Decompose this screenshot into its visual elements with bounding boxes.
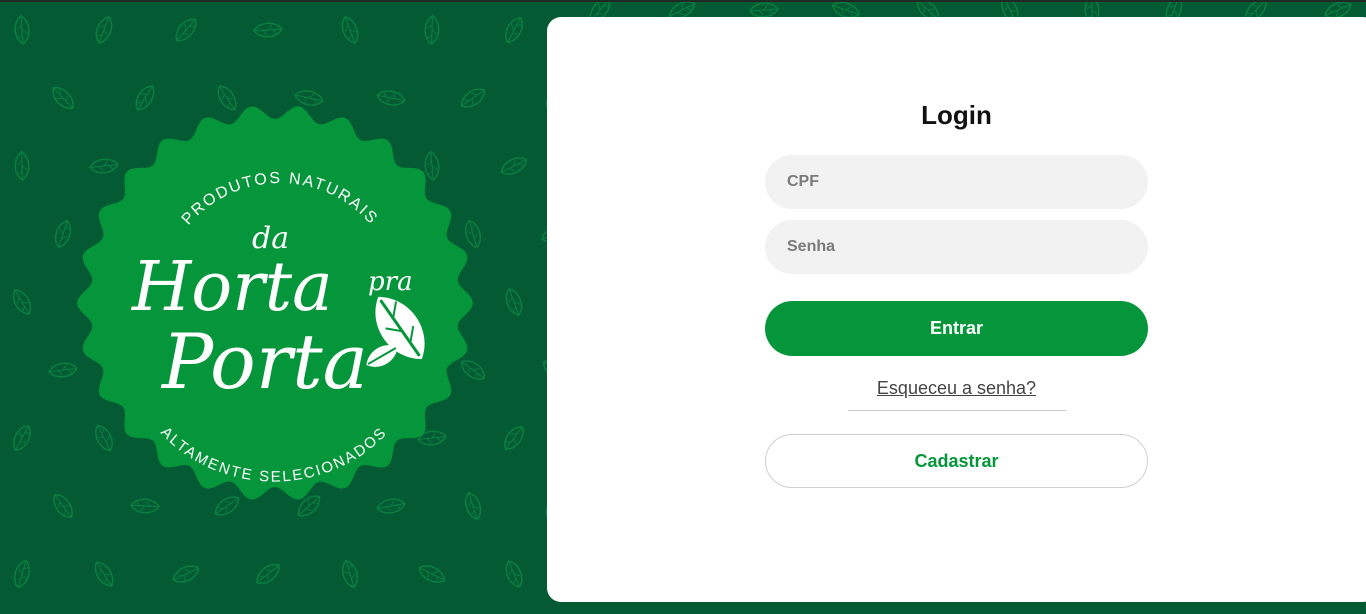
da-horta-pra-porta-logo: PRODUTOS NATURAIS ALTAMENTE SELECIONADOS…: [77, 106, 473, 500]
login-page: PRODUTOS NATURAIS ALTAMENTE SELECIONADOS…: [0, 0, 1366, 614]
register-button[interactable]: Cadastrar: [765, 434, 1148, 488]
logo-word-horta: Horta: [130, 248, 333, 327]
pattern-leaf-icon: [13, 14, 31, 46]
pattern-leaf-icon: [337, 13, 363, 47]
login-button[interactable]: Entrar: [765, 301, 1148, 356]
pattern-leaf-icon: [14, 151, 30, 181]
pattern-leaf-icon: [338, 557, 362, 591]
logo-word-porta: Porta: [160, 317, 368, 406]
pattern-leaf-icon: [90, 557, 118, 591]
divider: [848, 410, 1066, 411]
pattern-leaf-icon: [423, 14, 441, 46]
pattern-leaf-icon: [501, 557, 527, 591]
pattern-leaf-icon: [415, 560, 449, 588]
password-input[interactable]: [765, 220, 1148, 274]
pattern-leaf-icon: [91, 13, 117, 47]
pattern-leaf-icon: [497, 152, 531, 180]
pattern-leaf-icon: [252, 559, 284, 589]
pattern-leaf-icon: [170, 14, 202, 46]
forgot-password-section: Esqueceu a senha?: [765, 378, 1148, 411]
login-form: Login Entrar Esqueceu a senha? Cadastrar: [765, 97, 1148, 488]
pattern-leaf-icon: [500, 13, 528, 47]
pattern-leaf-icon: [499, 421, 529, 455]
login-title: Login: [921, 100, 992, 130]
logo-word-pra: pra: [368, 267, 413, 297]
pattern-leaf-icon: [748, 2, 780, 19]
cpf-input[interactable]: [765, 155, 1148, 209]
pattern-leaf-icon: [8, 421, 36, 455]
pattern-leaf-icon: [8, 285, 36, 319]
pattern-leaf-icon: [502, 285, 526, 319]
login-card: Login Entrar Esqueceu a senha? Cadastrar: [547, 17, 1366, 602]
pattern-leaf-icon: [169, 561, 203, 587]
pattern-leaf-icon: [252, 21, 284, 39]
pattern-leaf-icon: [10, 557, 34, 591]
forgot-password-link[interactable]: Esqueceu a senha?: [877, 378, 1036, 398]
